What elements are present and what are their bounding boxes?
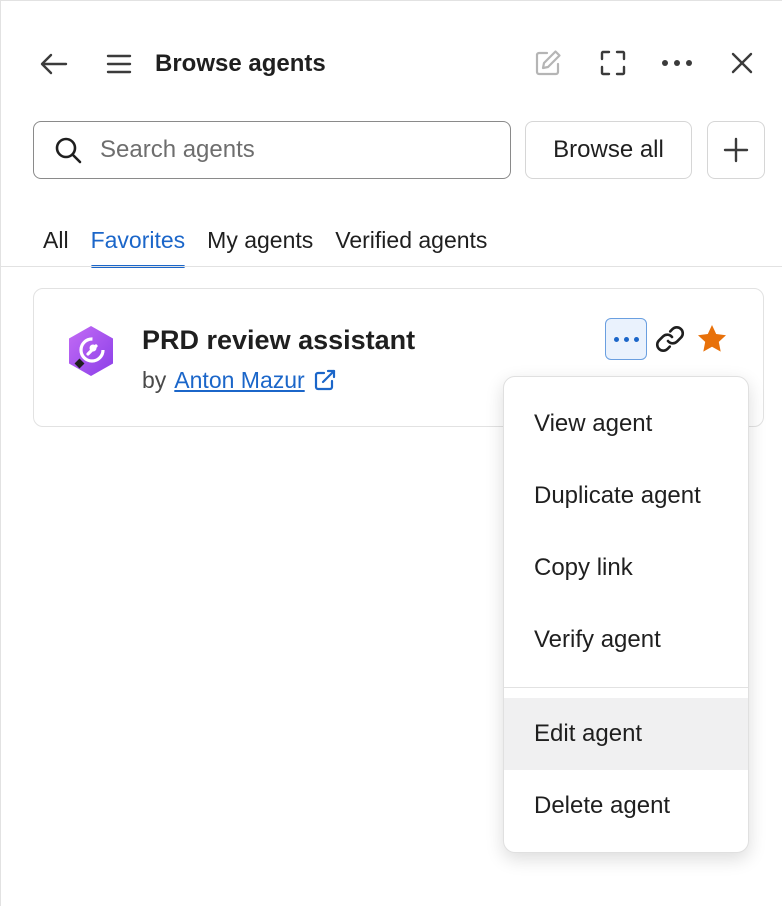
menu-item-duplicate-agent[interactable]: Duplicate agent	[504, 460, 748, 532]
menu-divider	[504, 687, 748, 688]
menu-item-copy-link[interactable]: Copy link	[504, 532, 748, 604]
fullscreen-icon[interactable]	[595, 45, 631, 81]
tab-bar: All Favorites My agents Verified agents	[43, 223, 509, 268]
menu-item-verify-agent[interactable]: Verify agent	[504, 604, 748, 676]
back-arrow-icon[interactable]	[36, 46, 72, 82]
search-field[interactable]	[33, 121, 511, 179]
hamburger-menu-icon[interactable]	[101, 46, 137, 82]
tab-my-agents[interactable]: My agents	[207, 223, 313, 267]
copy-link-icon[interactable]	[652, 321, 688, 357]
edit-icon[interactable]	[530, 45, 566, 81]
more-horizontal-icon[interactable]	[659, 45, 695, 81]
page-title: Browse agents	[155, 50, 326, 77]
browse-agents-panel: Browse agents Browse all	[0, 0, 782, 906]
close-icon[interactable]	[724, 45, 760, 81]
search-input[interactable]	[100, 136, 480, 164]
agent-more-options-button[interactable]	[605, 318, 647, 360]
agent-byline: by Anton Mazur	[142, 365, 337, 395]
tab-all[interactable]: All	[43, 223, 69, 267]
tab-favorites[interactable]: Favorites	[90, 223, 185, 268]
agent-name: PRD review assistant	[142, 325, 416, 355]
by-prefix: by	[142, 367, 167, 393]
menu-item-delete-agent[interactable]: Delete agent	[504, 770, 748, 842]
tab-verified-agents[interactable]: Verified agents	[335, 223, 487, 267]
agent-options-menu: View agent Duplicate agent Copy link Ver…	[503, 376, 749, 853]
menu-item-edit-agent[interactable]: Edit agent	[504, 698, 748, 770]
add-agent-button[interactable]	[707, 121, 765, 179]
plus-icon	[723, 137, 749, 163]
agent-avatar-icon	[63, 323, 119, 379]
external-link-icon[interactable]	[313, 368, 337, 392]
menu-item-view-agent[interactable]: View agent	[504, 388, 748, 460]
more-options-icon	[613, 336, 619, 342]
search-icon	[55, 137, 82, 164]
favorite-star-icon[interactable]	[694, 321, 730, 357]
browse-all-button[interactable]: Browse all	[525, 121, 692, 179]
tabs-divider	[1, 266, 782, 267]
author-link[interactable]: Anton Mazur	[174, 365, 304, 395]
